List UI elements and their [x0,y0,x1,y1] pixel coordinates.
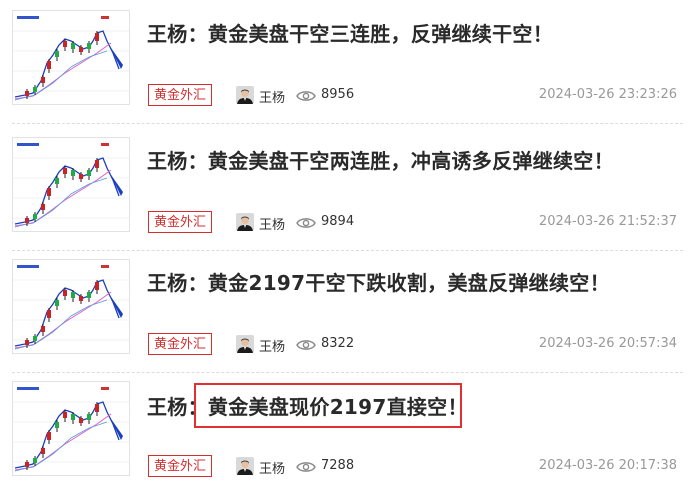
article-item: 王杨：黄金美盘现价2197直接空！ 黄金外汇 王杨 7288 2024-03-2… [0,381,693,503]
author-name[interactable]: 王杨 [259,87,285,106]
view-count: 8956 [321,87,355,102]
author-avatar[interactable] [236,86,254,104]
article-title[interactable]: 王杨：黄金美盘干空两连胜，冲高诱多反弹继续空！ [147,145,614,174]
eye-icon [296,215,316,229]
author-avatar[interactable] [236,335,254,353]
author-avatar[interactable] [236,457,254,475]
author-name[interactable]: 王杨 [259,458,285,477]
view-count: 8322 [321,336,355,351]
article-title[interactable]: 王杨：黄金美盘干空三连胜，反弹继续干空！ [147,18,553,47]
category-tag[interactable]: 黄金外汇 [148,211,213,233]
author-name[interactable]: 王杨 [259,336,285,355]
article-thumbnail[interactable] [12,137,130,232]
divider [12,372,683,373]
article-title-highlight: 黄金美盘现价2197直接空！ [207,395,468,419]
category-tag[interactable]: 黄金外汇 [148,333,213,355]
view-count: 7288 [321,458,355,473]
publish-date: 2024-03-26 21:52:37 [538,214,677,229]
publish-date: 2024-03-26 20:57:34 [538,336,677,351]
article-thumbnail[interactable] [12,259,130,354]
divider [12,250,683,251]
article-title[interactable]: 王杨：黄金2197干空下跌收割，美盘反弹继续空！ [147,267,610,296]
article-item: 王杨：黄金美盘干空三连胜，反弹继续干空！ 黄金外汇 王杨 8956 2024-0… [0,10,693,132]
article-thumbnail[interactable] [12,10,130,105]
category-tag[interactable]: 黄金外汇 [148,84,213,106]
eye-icon [296,88,316,102]
article-item: 王杨：黄金2197干空下跌收割，美盘反弹继续空！ 黄金外汇 王杨 8322 20… [0,259,693,381]
article-title[interactable]: 王杨：黄金美盘现价2197直接空！ [147,391,468,420]
article-title-prefix: 王杨： [147,395,208,419]
article-thumbnail[interactable] [12,381,130,476]
divider [12,123,683,124]
view-count: 9894 [321,214,355,229]
eye-icon [296,459,316,473]
publish-date: 2024-03-26 20:17:38 [538,458,677,473]
category-tag[interactable]: 黄金外汇 [148,455,213,477]
eye-icon [296,337,316,351]
article-item: 王杨：黄金美盘干空两连胜，冲高诱多反弹继续空！ 黄金外汇 王杨 9894 202… [0,137,693,259]
publish-date: 2024-03-26 23:23:26 [538,87,677,102]
author-avatar[interactable] [236,213,254,231]
author-name[interactable]: 王杨 [259,214,285,233]
